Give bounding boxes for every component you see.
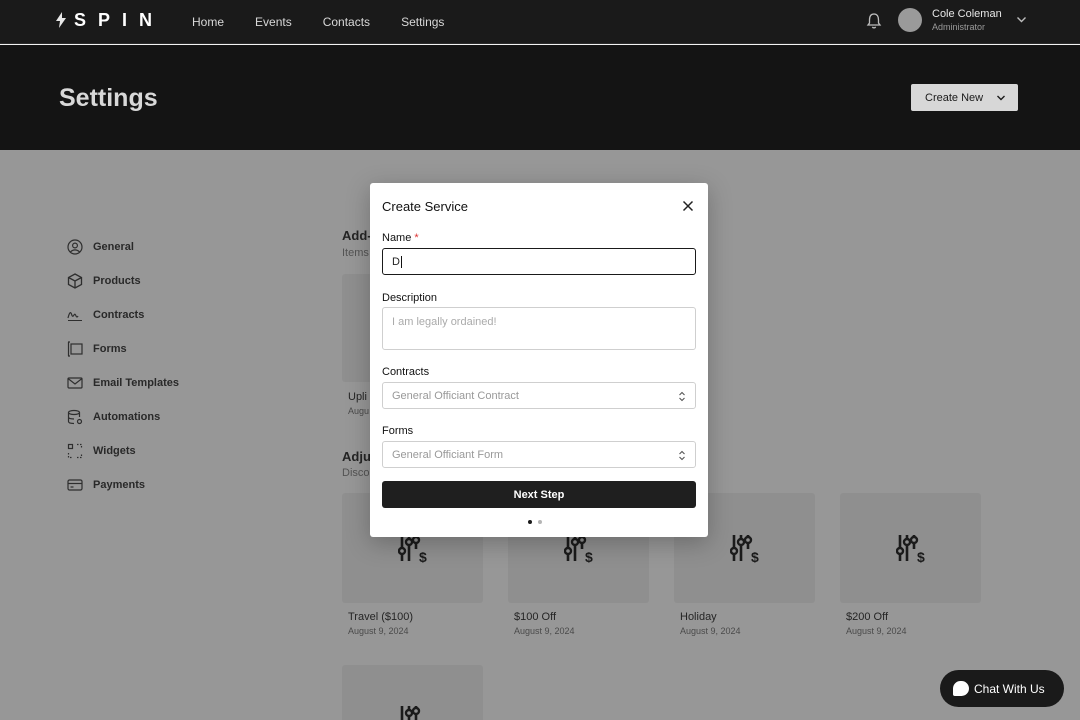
required-mark: *	[414, 232, 419, 244]
modal-title: Create Service	[382, 199, 468, 214]
user-name[interactable]: Cole Coleman	[932, 8, 1002, 20]
nav-link-home[interactable]: Home	[192, 15, 224, 29]
contracts-select[interactable]: General Officiant Contract	[382, 382, 696, 409]
step-dot-active[interactable]	[528, 520, 532, 524]
close-icon[interactable]	[682, 200, 694, 212]
bell-icon[interactable]	[866, 12, 882, 30]
avatar[interactable]	[898, 8, 922, 32]
create-new-button[interactable]: Create New	[911, 84, 1018, 111]
nav-link-settings[interactable]: Settings	[401, 15, 444, 29]
create-service-modal: Create Service Name * D Description I am…	[370, 183, 708, 537]
spin-logo[interactable]: SPIN	[56, 10, 164, 30]
nav-link-contacts[interactable]: Contacts	[323, 15, 370, 29]
chevron-down-icon[interactable]	[1016, 14, 1027, 25]
contracts-label: Contracts	[382, 366, 430, 378]
name-label-text: Name	[382, 232, 412, 244]
nav-link-events[interactable]: Events	[255, 15, 292, 29]
text-cursor	[400, 255, 402, 268]
create-new-label: Create New	[925, 91, 984, 104]
chevron-updown-icon	[679, 450, 685, 461]
top-navigation: SPIN Home Events Contacts Settings Cole …	[0, 0, 1080, 44]
name-input-value: D	[392, 255, 400, 268]
forms-select[interactable]: General Officiant Form	[382, 441, 696, 468]
name-label: Name *	[382, 232, 419, 244]
forms-select-value: General Officiant Form	[392, 448, 504, 461]
step-dot[interactable]	[538, 520, 542, 524]
chat-with-us-button[interactable]: Chat With Us	[940, 670, 1064, 707]
user-role: Administrator	[932, 22, 986, 32]
page-title: Settings	[59, 84, 158, 112]
next-step-button[interactable]: Next Step	[382, 481, 696, 508]
forms-label: Forms	[382, 425, 414, 437]
description-placeholder: I am legally ordained!	[392, 316, 497, 328]
description-textarea[interactable]: I am legally ordained!	[382, 307, 696, 350]
chevron-updown-icon	[679, 391, 685, 402]
name-input[interactable]: D	[382, 248, 696, 275]
description-label: Description	[382, 292, 438, 304]
chat-bubble-icon	[953, 681, 969, 696]
contracts-select-value: General Officiant Contract	[392, 389, 519, 402]
bolt-icon	[56, 12, 66, 28]
step-indicator	[528, 520, 548, 524]
logo-text: SPIN	[74, 9, 165, 30]
chevron-down-icon	[997, 95, 1005, 101]
nav-links: Home Events Contacts Settings	[192, 0, 475, 44]
chat-label: Chat With Us	[974, 681, 1045, 696]
